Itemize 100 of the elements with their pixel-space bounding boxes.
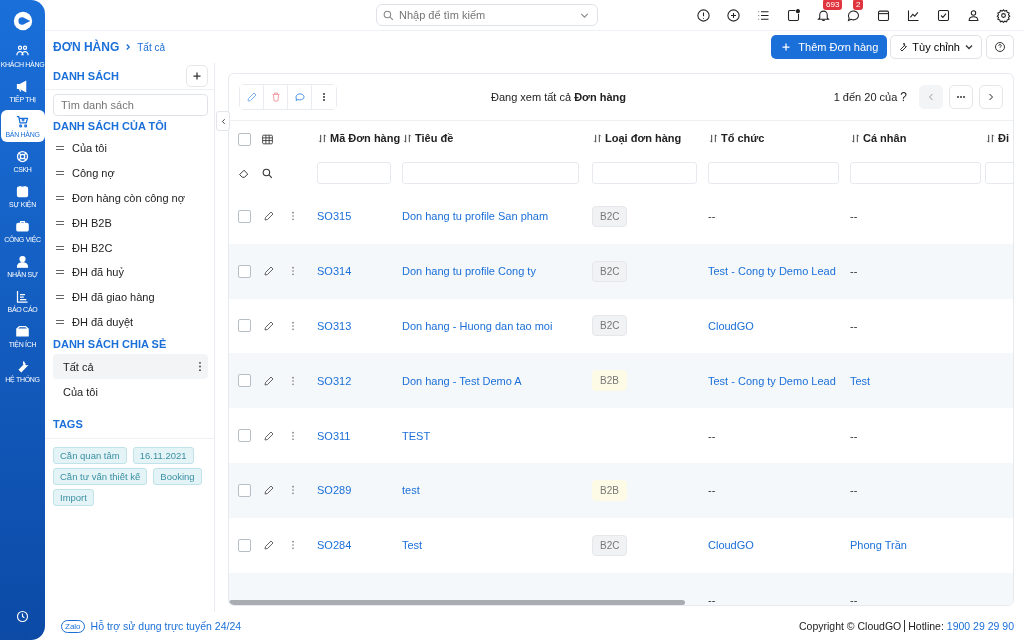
tag[interactable]: Booking — [153, 468, 202, 486]
tag[interactable]: Import — [53, 489, 94, 507]
order-code-link[interactable]: SO312 — [317, 374, 352, 387]
more-icon[interactable] — [291, 266, 295, 277]
tag[interactable]: Cần tư vấn thiết kế — [53, 468, 148, 486]
more-icon[interactable] — [291, 430, 295, 441]
order-title-link[interactable]: Test — [402, 539, 423, 552]
customize-button[interactable]: Tùy chỉnh — [890, 35, 982, 59]
row-checkbox[interactable] — [238, 538, 251, 552]
calendar-icon[interactable] — [875, 7, 891, 23]
order-title-link[interactable]: TEST — [402, 429, 431, 442]
more-icon[interactable] — [291, 321, 295, 331]
search-icon[interactable] — [261, 166, 274, 180]
module-title[interactable]: ĐƠN HÀNG — [53, 40, 120, 54]
select-all-checkbox[interactable] — [238, 132, 251, 146]
order-title-link[interactable]: Don hang tu profile Cong ty — [402, 265, 536, 278]
more-icon[interactable] — [291, 485, 295, 496]
drag-handle-icon[interactable] — [56, 145, 64, 152]
help-button[interactable] — [986, 35, 1014, 59]
list-item[interactable]: Đơn hàng còn công nợ — [72, 192, 185, 204]
more-icon[interactable] — [198, 361, 202, 373]
column-header[interactable]: Mã Đơn hàng — [317, 132, 401, 145]
column-header[interactable]: Tiêu đề — [402, 132, 454, 145]
row-checkbox[interactable] — [238, 374, 251, 388]
row-checkbox[interactable] — [238, 264, 251, 278]
column-header[interactable]: Tổ chức — [708, 132, 765, 145]
drag-handle-icon[interactable] — [56, 294, 64, 301]
square-dot-icon[interactable] — [785, 7, 801, 23]
search-field[interactable]: Nhập để tìm kiếm — [376, 4, 598, 26]
person-link[interactable]: Test — [850, 374, 871, 387]
logo-icon[interactable] — [11, 10, 34, 32]
list-item[interactable]: Công nợ — [72, 167, 115, 180]
support-link[interactable]: Hỗ trợ sử dụng trực tuyến 24/24 — [90, 620, 242, 632]
filter-field[interactable] — [850, 162, 981, 184]
organization-link[interactable]: Test - Cong ty Demo Lead — [708, 265, 836, 278]
organization-link[interactable]: Test - Cong ty Demo Lead — [708, 374, 836, 387]
drag-handle-icon[interactable] — [56, 244, 64, 251]
filter-field[interactable] — [317, 162, 391, 184]
add-order-button[interactable]: Thêm Đơn hàng — [771, 35, 888, 59]
more-icon[interactable] — [291, 375, 295, 386]
order-code-link[interactable]: SO311 — [317, 429, 351, 442]
more-icon[interactable] — [291, 211, 295, 222]
chat-icon[interactable] — [845, 7, 861, 23]
order-code-link[interactable]: SO284 — [317, 539, 352, 552]
pencil-icon[interactable] — [263, 484, 275, 497]
drag-handle-icon[interactable] — [56, 219, 64, 226]
column-header[interactable]: Cá nhân — [850, 132, 907, 145]
list-item[interactable]: Của tôi — [53, 379, 208, 405]
user-icon[interactable] — [965, 7, 981, 23]
organization-link[interactable]: CloudGO — [708, 320, 754, 332]
order-title-link[interactable]: Don hang tu profile San pham — [402, 210, 549, 223]
hotline-link[interactable]: 1900 29 29 90 — [946, 620, 1014, 632]
list-item[interactable]: ĐH đã huỷ — [72, 266, 124, 279]
order-code-link[interactable]: SO315 — [317, 210, 352, 223]
row-checkbox[interactable] — [238, 429, 251, 443]
drag-handle-icon[interactable] — [56, 170, 64, 177]
list-item[interactable]: ĐH B2B — [72, 216, 112, 229]
list-item[interactable]: Của tôi — [72, 142, 107, 155]
tag[interactable]: 16.11.2021 — [132, 447, 194, 465]
column-header[interactable]: Loại đơn hàng — [592, 132, 682, 145]
pencil-icon[interactable] — [263, 374, 275, 387]
list-item[interactable]: ĐH B2C — [72, 241, 113, 254]
list-item[interactable]: ĐH đã duyệt — [72, 315, 134, 328]
drag-handle-icon[interactable] — [56, 195, 64, 201]
row-checkbox[interactable] — [238, 209, 251, 223]
filter-field[interactable] — [402, 162, 579, 184]
pencil-icon[interactable] — [263, 539, 275, 552]
row-checkbox[interactable] — [238, 319, 251, 333]
alert-icon[interactable] — [695, 7, 711, 23]
order-title-link[interactable]: test — [402, 484, 420, 497]
add-icon[interactable] — [725, 7, 741, 23]
pencil-icon[interactable] — [263, 265, 275, 278]
bell-icon[interactable] — [815, 7, 831, 23]
order-title-link[interactable]: Don hang - Test Demo A — [402, 374, 522, 387]
pencil-icon[interactable] — [263, 210, 275, 223]
row-checkbox[interactable] — [238, 483, 251, 497]
pencil-icon[interactable] — [263, 320, 275, 332]
organization-link[interactable]: CloudGO — [708, 539, 754, 552]
list-item[interactable]: ĐH đã giao hàng — [72, 291, 155, 304]
more-icon[interactable] — [291, 540, 295, 551]
total-unknown-link[interactable]: ? — [900, 90, 907, 104]
tag[interactable]: Cần quan tâm — [53, 447, 127, 465]
settings-icon[interactable] — [995, 7, 1011, 23]
drag-handle-icon[interactable] — [56, 269, 64, 276]
column-header[interactable]: Đi — [985, 132, 1009, 145]
order-code-link[interactable]: SO314 — [317, 265, 352, 278]
drag-handle-icon[interactable] — [56, 318, 64, 325]
filter-field[interactable] — [592, 162, 697, 184]
order-code-link[interactable]: SO313 — [317, 320, 352, 332]
table-icon[interactable] — [261, 132, 274, 146]
breadcrumb-item[interactable]: Tất cả — [137, 41, 166, 53]
pencil-icon[interactable] — [263, 429, 275, 442]
list-search-field[interactable]: Tìm danh sách — [53, 94, 208, 116]
filter-field[interactable] — [708, 162, 839, 184]
clock-icon[interactable] — [15, 609, 30, 624]
checkbox-icon[interactable] — [935, 7, 951, 23]
scrollbar-thumb[interactable] — [229, 600, 685, 605]
list-item[interactable]: Tất cả — [53, 354, 208, 380]
add-list-button[interactable] — [186, 65, 208, 87]
order-code-link[interactable]: SO289 — [317, 484, 352, 497]
